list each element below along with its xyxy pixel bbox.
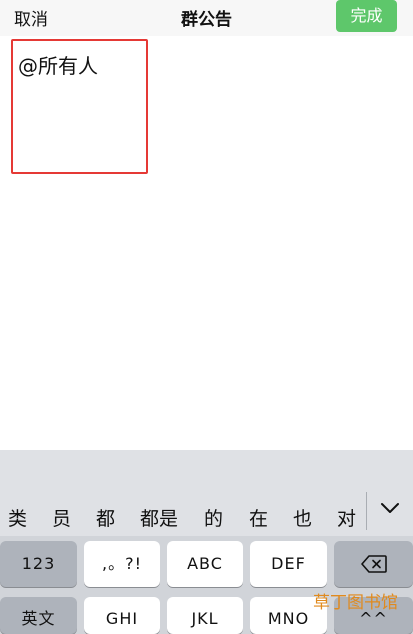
backspace-icon [360, 555, 387, 573]
candidate-divider [366, 492, 367, 530]
key-label: GHI [105, 609, 139, 628]
candidate-item[interactable]: 对 [337, 504, 356, 531]
candidate-item[interactable]: 在 [249, 504, 268, 531]
candidate-item[interactable]: 都是 [140, 504, 178, 531]
candidate-bar: 类 员 都 都是 的 在 也 对 [0, 450, 413, 536]
navigation-bar: 取消 群公告 完成 [0, 0, 413, 36]
key-label: ABC [187, 554, 223, 573]
key-jkl[interactable]: JKL [167, 597, 243, 634]
key-english[interactable]: 英文 [0, 597, 77, 634]
key-mno[interactable]: MNO [250, 597, 327, 634]
key-emoji[interactable]: ^^ [334, 597, 413, 634]
key-label: JKL [191, 609, 219, 628]
key-def[interactable]: DEF [250, 541, 327, 587]
key-abc[interactable]: ABC [167, 541, 243, 587]
candidate-item[interactable]: 员 [52, 504, 71, 531]
backspace-key[interactable] [334, 541, 413, 587]
cancel-button[interactable]: 取消 [14, 5, 48, 30]
key-label: 123 [21, 554, 56, 573]
candidate-item[interactable]: 的 [204, 504, 223, 531]
key-label: DEF [271, 554, 306, 573]
announcement-text[interactable]: @所有人 [18, 50, 98, 79]
candidate-item[interactable]: 都 [96, 504, 115, 531]
key-label: ,。?! [102, 554, 142, 573]
candidate-item[interactable]: 类 [8, 504, 27, 531]
key-punctuation[interactable]: ,。?! [84, 541, 160, 587]
key-label: MNO [267, 609, 310, 628]
key-123[interactable]: 123 [0, 541, 77, 587]
done-button[interactable]: 完成 [336, 0, 397, 32]
candidate-item[interactable]: 也 [293, 504, 312, 531]
keyboard: 类 员 都 都是 的 在 也 对 123 ,。?! ABC DEF 英文 GHI… [0, 450, 413, 634]
key-ghi[interactable]: GHI [84, 597, 160, 634]
key-label: ^^ [359, 609, 388, 628]
key-label: 英文 [21, 609, 56, 628]
announcement-editor[interactable]: @所有人 [0, 36, 413, 450]
chevron-down-icon[interactable] [376, 494, 404, 522]
